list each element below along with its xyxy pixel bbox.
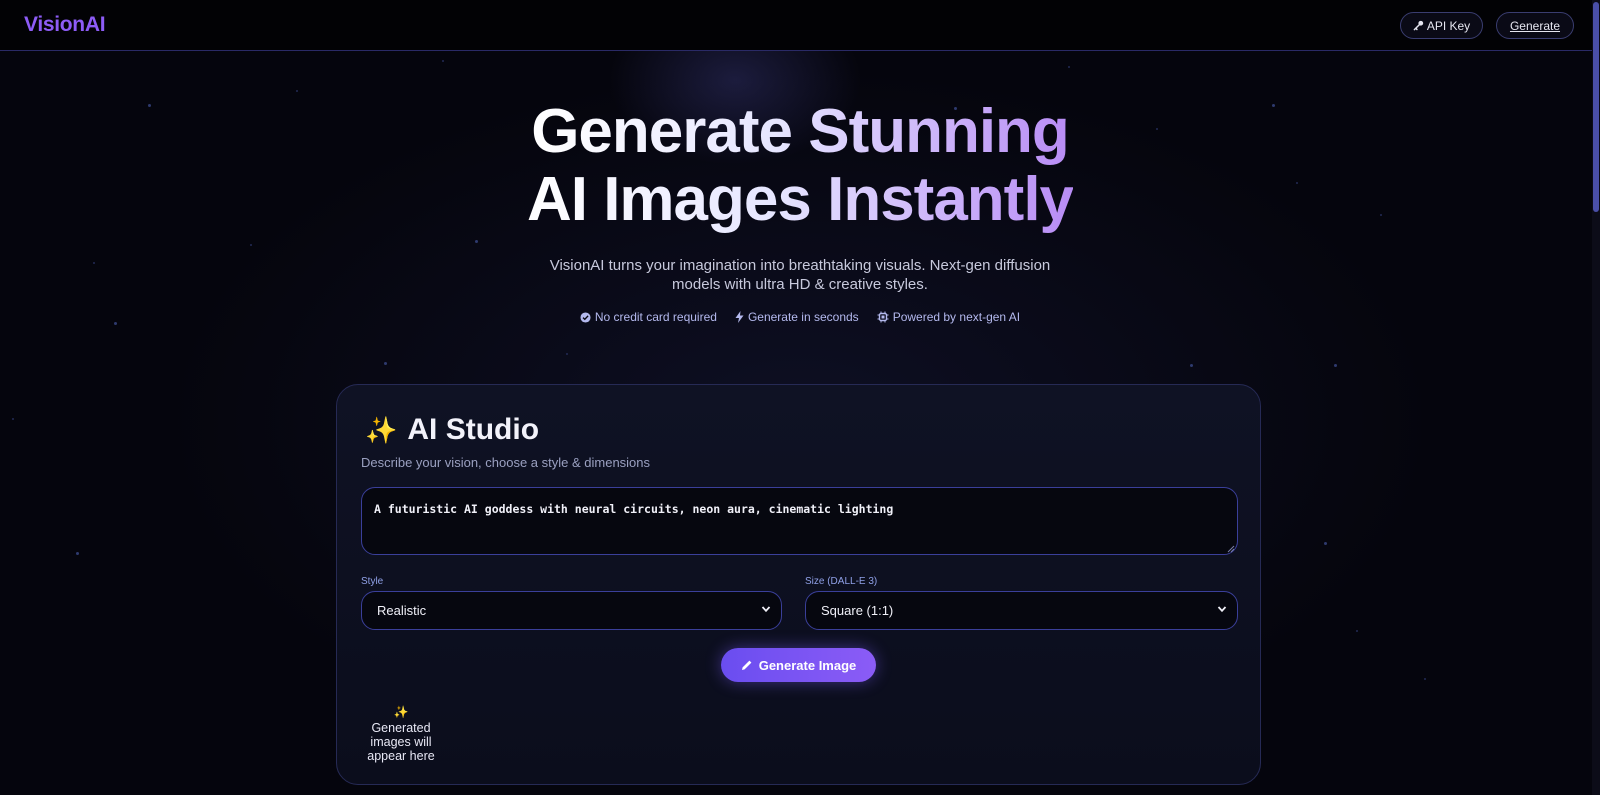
size-select[interactable]: Square (1:1) xyxy=(805,591,1238,630)
ai-studio-card: ✨ AI Studio Describe your vision, choose… xyxy=(336,384,1261,785)
star xyxy=(1334,364,1337,367)
size-label: Size (DALL-E 3) xyxy=(805,576,878,587)
star xyxy=(296,90,298,92)
style-select[interactable]: Realistic xyxy=(361,591,782,630)
scrollbar[interactable] xyxy=(1592,0,1600,795)
badge-generate-seconds: Generate in seconds xyxy=(735,310,859,324)
top-nav: VisionAI API Key Generate xyxy=(0,0,1600,51)
brand-logo[interactable]: VisionAI xyxy=(24,13,106,37)
prompt-input[interactable] xyxy=(361,487,1238,555)
chevron-down-icon xyxy=(761,606,771,613)
star xyxy=(12,418,14,420)
sparkles-icon: ✨ xyxy=(393,705,409,719)
badge-label: No credit card required xyxy=(594,310,717,324)
hero-title-line2: AI Images Instantly xyxy=(526,165,1074,234)
star xyxy=(1424,678,1426,680)
star xyxy=(1190,364,1193,367)
chevron-down-icon xyxy=(1217,606,1227,613)
results-placeholder: ✨ Generated images will appear here xyxy=(361,705,441,763)
check-circle-icon xyxy=(580,311,591,323)
star xyxy=(76,552,79,555)
star xyxy=(1356,630,1358,632)
feature-badges: No credit card required Generate in seco… xyxy=(530,310,1070,324)
studio-subtitle: Describe your vision, choose a style & d… xyxy=(361,455,651,470)
star xyxy=(250,244,252,246)
star xyxy=(1324,542,1327,545)
sparkles-icon: ✨ xyxy=(365,414,398,445)
size-select-value: Square (1:1) xyxy=(821,603,894,618)
resize-grip-icon[interactable] xyxy=(1227,545,1235,553)
studio-title: ✨ AI Studio xyxy=(365,413,539,447)
badge-label: Generate in seconds xyxy=(747,310,859,324)
api-key-button[interactable]: API Key xyxy=(1400,12,1483,39)
star xyxy=(114,322,117,325)
page: VisionAI API Key Generate Generate Stunn… xyxy=(0,0,1600,795)
chip-icon xyxy=(877,311,889,323)
bolt-icon xyxy=(735,311,744,323)
star xyxy=(475,240,478,243)
badge-no-credit-card: No credit card required xyxy=(580,310,717,324)
star xyxy=(93,262,95,264)
badge-label: Powered by next-gen AI xyxy=(892,310,1021,324)
placeholder-text: Generated images will appear here xyxy=(367,721,435,763)
generate-image-button[interactable]: Generate Image xyxy=(721,648,876,682)
scrollbar-thumb[interactable] xyxy=(1593,2,1599,212)
star xyxy=(566,353,568,355)
style-select-value: Realistic xyxy=(377,603,427,618)
studio-title-text: AI Studio xyxy=(407,413,540,446)
api-key-label: API Key xyxy=(1426,18,1471,33)
star xyxy=(384,362,387,365)
star xyxy=(1380,214,1382,216)
hero-title: Generate Stunning AI Images Instantly xyxy=(300,98,1300,234)
pencil-icon xyxy=(741,660,752,670)
hero-subtitle: VisionAI turns your imagination into bre… xyxy=(549,257,1051,293)
star xyxy=(1068,66,1070,68)
generate-image-label: Generate Image xyxy=(758,657,857,673)
key-icon xyxy=(1413,20,1423,31)
star xyxy=(148,104,151,107)
star xyxy=(442,60,444,62)
style-label: Style xyxy=(361,576,384,587)
badge-powered-by-ai: Powered by next-gen AI xyxy=(877,310,1020,324)
nav-generate-button[interactable]: Generate xyxy=(1496,12,1574,39)
hero-title-line1: Generate Stunning xyxy=(531,97,1070,166)
